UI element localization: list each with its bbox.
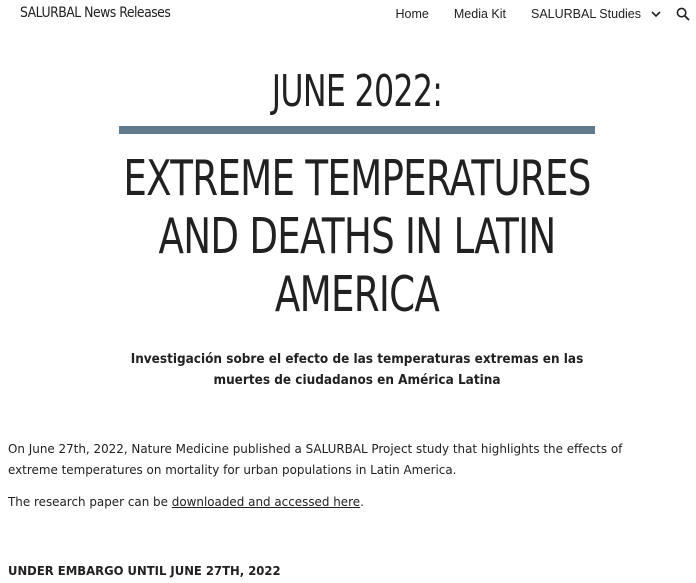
subtitle-line: muertes de ciudadanos en América Latina [213, 373, 501, 388]
download-paragraph-text: The research paper can be [8, 494, 172, 509]
page-title: EXTREME TEMPERATURES AND DEATHS IN LATIN… [86, 150, 629, 324]
download-paragraph: The research paper can be downloaded and… [8, 491, 364, 512]
date-heading: JUNE 2022: [271, 66, 443, 117]
page-title-line: EXTREME TEMPERATURES [123, 150, 591, 207]
page-title-line: AND DEATHS IN LATIN [158, 208, 557, 265]
site-title-link[interactable]: SALURBAL News Releases [20, 5, 171, 21]
download-paper-link[interactable]: downloaded and accessed here [172, 494, 360, 509]
intro-paragraph-line: On June 27th, 2022, Nature Medicine publ… [8, 441, 623, 456]
nav-item-media-kit[interactable]: Media Kit [454, 7, 506, 21]
search-icon[interactable] [676, 7, 690, 21]
spanish-subtitle: Investigación sobre el efecto de las tem… [25, 349, 689, 391]
page-title-line: AMERICA [274, 266, 440, 323]
section-divider [119, 126, 595, 134]
intro-paragraph: On June 27th, 2022, Nature Medicine publ… [8, 438, 622, 480]
subtitle-line: Investigación sobre el efecto de las tem… [130, 352, 584, 367]
chevron-down-icon[interactable] [650, 8, 662, 20]
nav-item-salurbal-studies[interactable]: SALURBAL Studies [531, 7, 662, 21]
top-navigation-bar: SALURBAL News Releases Home Media Kit SA… [0, 0, 696, 30]
nav-item-home[interactable]: Home [396, 7, 429, 21]
main-nav: Home Media Kit SALURBAL Studies [396, 0, 696, 28]
embargo-notice: UNDER EMBARGO UNTIL JUNE 27TH, 2022 [8, 563, 281, 578]
nav-item-salurbal-studies-label: SALURBAL Studies [530, 7, 641, 21]
intro-paragraph-line: extreme temperatures on mortality for ur… [8, 462, 457, 477]
download-paragraph-period: . [360, 494, 364, 509]
